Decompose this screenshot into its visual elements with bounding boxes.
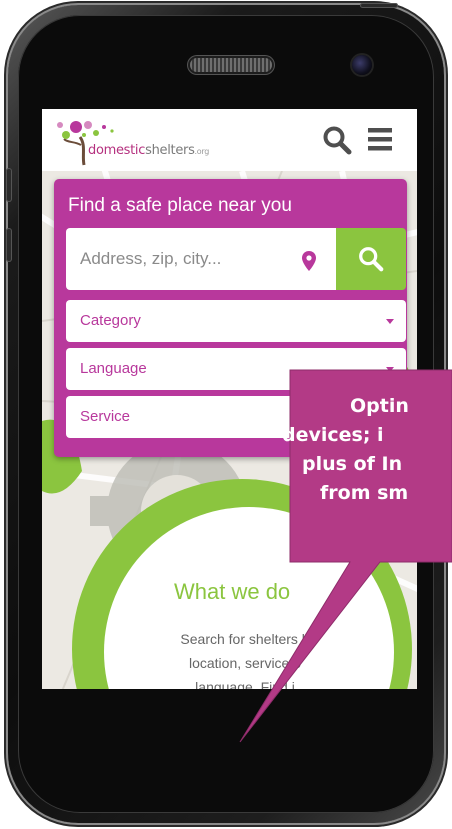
phone-camera <box>352 55 372 75</box>
chevron-down-icon <box>386 319 394 324</box>
search-icon[interactable] <box>322 125 352 155</box>
address-input[interactable] <box>66 228 336 290</box>
chevron-down-icon <box>386 367 394 372</box>
callout-line: devices; i <box>282 424 384 446</box>
logo-text[interactable]: domesticshelters.org <box>88 143 209 158</box>
phone-speaker <box>190 58 272 72</box>
site-header: domesticshelters.org <box>42 109 417 171</box>
callout-line: Optin <box>350 395 409 417</box>
callout-line: from sm <box>320 482 409 504</box>
what-we-do-title: What we do <box>174 579 291 604</box>
phone-side-button <box>6 228 12 262</box>
callout-text: Optin devices; i plus of In from sm <box>282 392 452 508</box>
callout-line: plus of In <box>302 453 403 475</box>
what-we-do-line: Search for shelters b <box>180 631 310 647</box>
logo-tree-icon[interactable] <box>54 115 118 167</box>
language-select[interactable]: Language <box>66 348 406 390</box>
language-select-label: Language <box>80 360 147 377</box>
search-icon <box>359 247 384 272</box>
search-panel-title: Find a safe place near you <box>68 195 292 216</box>
map-pin-icon[interactable] <box>302 251 316 271</box>
logo-text-domestic: domestic <box>88 143 146 158</box>
logo-text-org: .org <box>194 147 210 156</box>
phone-top-button <box>360 3 398 8</box>
phone-side-button <box>6 168 12 202</box>
search-button[interactable] <box>336 228 406 290</box>
what-we-do-line: location, service o <box>188 655 302 671</box>
category-select-label: Category <box>80 312 141 329</box>
what-we-do-line: language. Find i <box>195 679 295 689</box>
what-we-do-text: Search for shelters b location, service … <box>140 627 350 689</box>
category-select[interactable]: Category <box>66 300 406 342</box>
logo-text-shelters: shelters <box>145 143 195 158</box>
service-select-label: Service <box>80 408 131 425</box>
hamburger-menu-icon[interactable] <box>366 125 396 155</box>
